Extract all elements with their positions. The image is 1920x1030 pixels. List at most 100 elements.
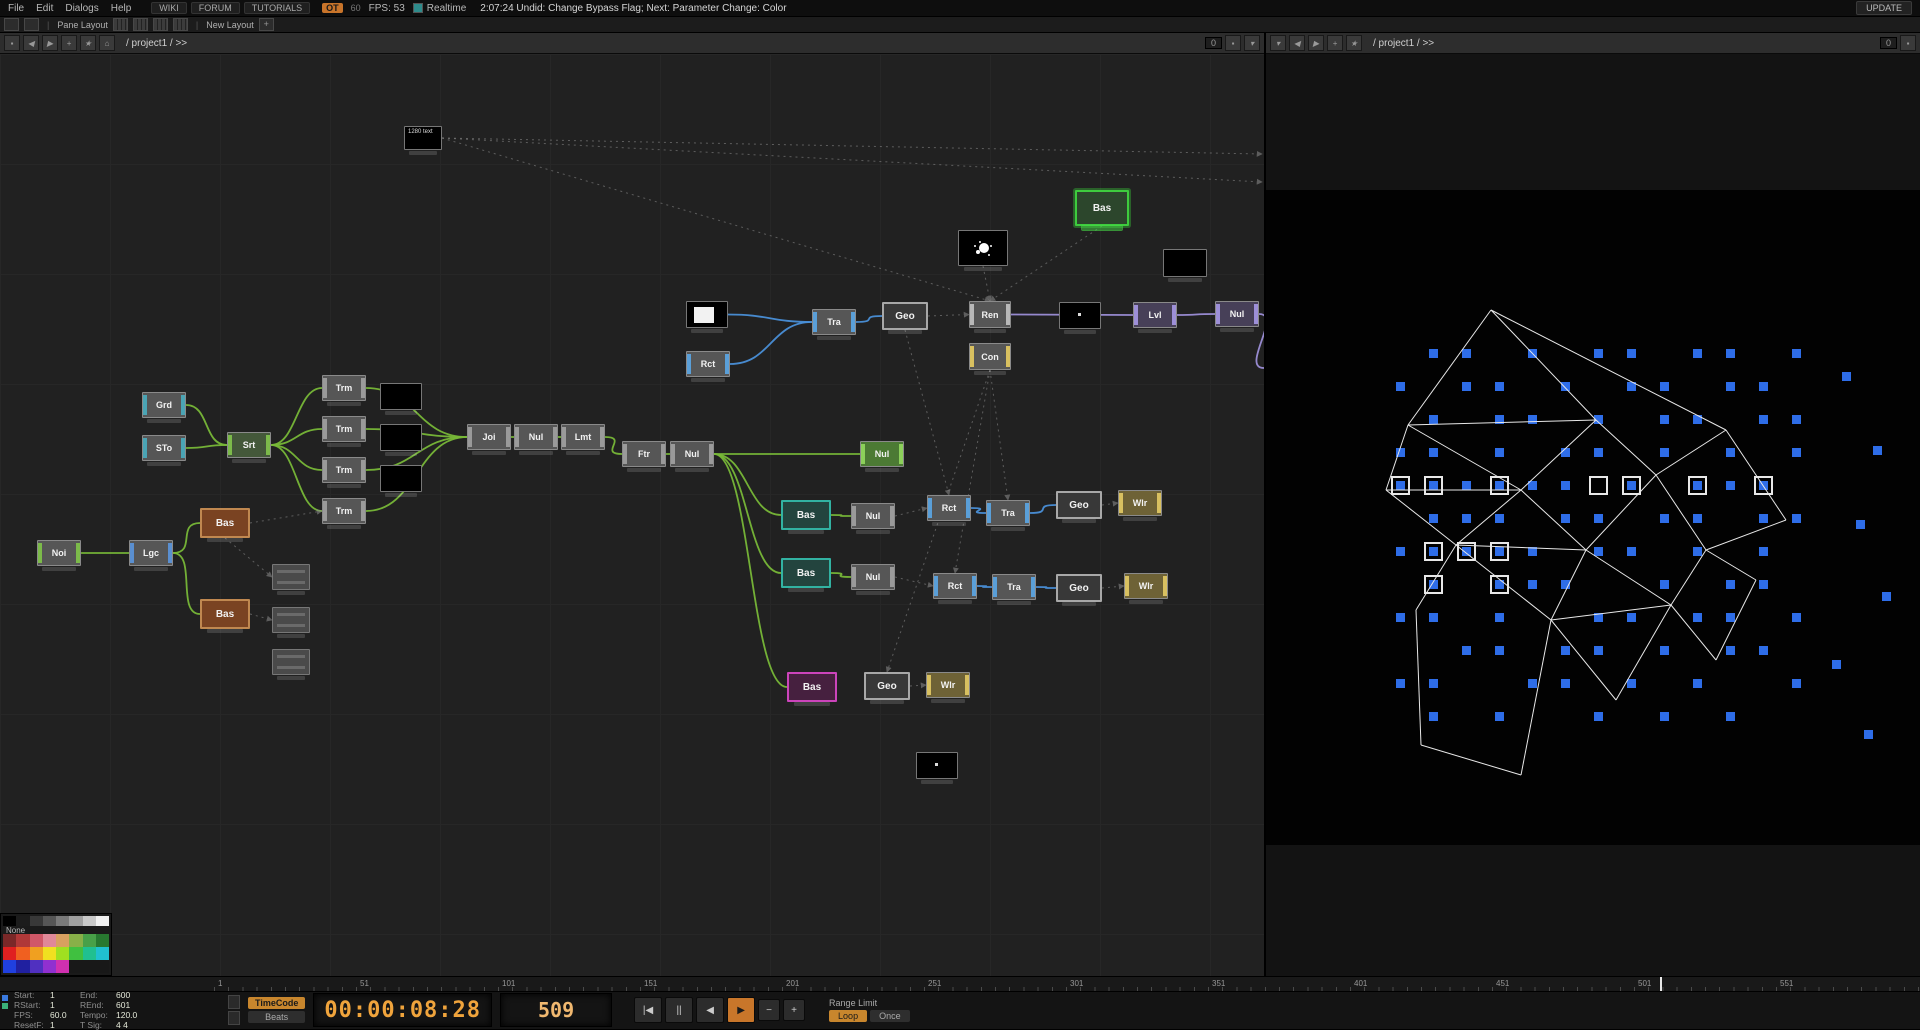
- timecode-mode-button[interactable]: TimeCode: [248, 997, 306, 1009]
- palette-swatch[interactable]: [42, 960, 56, 973]
- add-icon[interactable]: +: [1327, 35, 1343, 51]
- palette-swatch[interactable]: [56, 960, 70, 973]
- node-sto[interactable]: STo: [142, 435, 186, 466]
- palette-swatch[interactable]: [69, 960, 83, 973]
- current-frame-field[interactable]: 509: [500, 993, 613, 1027]
- node-geo1[interactable]: Geo: [864, 672, 910, 704]
- perform-badge[interactable]: OT: [322, 3, 343, 13]
- node-trm2[interactable]: Trm: [322, 416, 366, 447]
- breadcrumb[interactable]: / project1 / >>: [126, 38, 187, 49]
- node-wlr2[interactable]: Wlr: [1118, 490, 1162, 521]
- pane-menu-icon[interactable]: ▾: [1270, 35, 1286, 51]
- node-nul_green[interactable]: Nul: [860, 441, 904, 472]
- palette-swatch[interactable]: [16, 934, 30, 947]
- link-forum[interactable]: FORUM: [190, 2, 240, 14]
- node-ren[interactable]: Ren: [969, 301, 1011, 333]
- palette-swatch[interactable]: [16, 916, 30, 926]
- node-bas_sel[interactable]: Bas: [1075, 190, 1129, 230]
- breadcrumb[interactable]: / project1 / >>: [1373, 38, 1434, 49]
- viewer-canvas[interactable]: [1266, 190, 1920, 845]
- once-button[interactable]: Once: [870, 1010, 910, 1022]
- node-lgc[interactable]: Lgc: [129, 540, 173, 571]
- palette-swatch[interactable]: [42, 916, 56, 926]
- palette-swatch[interactable]: [42, 947, 56, 960]
- back-icon[interactable]: ◀: [1289, 35, 1305, 51]
- node-nul2[interactable]: Nul: [670, 441, 714, 472]
- menu-dialogs[interactable]: Dialogs: [65, 3, 98, 14]
- palette-swatch[interactable]: [95, 934, 109, 947]
- node-tra3[interactable]: Tra: [992, 574, 1036, 605]
- layout-preset-icon[interactable]: [152, 18, 168, 31]
- palette-swatch[interactable]: [42, 934, 56, 947]
- play-button[interactable]: ▶: [727, 997, 756, 1023]
- palette-swatch[interactable]: [56, 934, 70, 947]
- node-srt[interactable]: Srt: [227, 432, 271, 463]
- display-icon[interactable]: ▪: [1900, 35, 1916, 51]
- node-top_red2[interactable]: [380, 465, 422, 497]
- update-button[interactable]: UPDATE: [1856, 1, 1912, 15]
- node-bas_teal1[interactable]: Bas: [781, 500, 831, 534]
- node-joi[interactable]: Joi: [467, 424, 511, 455]
- menu-file[interactable]: File: [8, 3, 24, 14]
- palette-swatch[interactable]: [82, 934, 96, 947]
- beats-mode-button[interactable]: Beats: [248, 1011, 306, 1023]
- node-nul3[interactable]: Nul: [851, 503, 895, 534]
- bookmark-icon[interactable]: ★: [80, 35, 96, 51]
- split-icon[interactable]: ▾: [1244, 35, 1260, 51]
- node-top_splat[interactable]: [958, 230, 1008, 271]
- node-rct3[interactable]: Rct: [933, 573, 977, 604]
- forward-icon[interactable]: ▶: [42, 35, 58, 51]
- home-icon[interactable]: ⌂: [99, 35, 115, 51]
- node-grd[interactable]: Grd: [142, 392, 186, 423]
- node-nul5[interactable]: Nul: [1215, 301, 1259, 332]
- palette-swatch[interactable]: [3, 960, 17, 973]
- palette-swatch[interactable]: [29, 934, 43, 947]
- node-top_dark2[interactable]: [916, 752, 958, 784]
- node-tra2[interactable]: Tra: [986, 500, 1030, 531]
- menu-help[interactable]: Help: [111, 3, 132, 14]
- node-top_rainbow[interactable]: [380, 383, 422, 415]
- palette-swatch[interactable]: [16, 947, 30, 960]
- monitor-icon[interactable]: [4, 18, 19, 31]
- node-tra1[interactable]: Tra: [812, 309, 856, 340]
- node-noi[interactable]: Noi: [37, 540, 81, 571]
- add-icon[interactable]: +: [61, 35, 77, 51]
- node-top_red1[interactable]: [380, 424, 422, 456]
- pane-menu-icon[interactable]: ▪: [4, 35, 20, 51]
- palette-swatch[interactable]: [3, 947, 17, 960]
- node-mini3[interactable]: [272, 649, 310, 680]
- node-ftr[interactable]: Ftr: [622, 441, 666, 472]
- depth-field[interactable]: 0: [1204, 37, 1222, 49]
- node-bas_teal2[interactable]: Bas: [781, 558, 831, 592]
- viewer-pane[interactable]: [1266, 54, 1920, 976]
- node-rct2[interactable]: Rct: [927, 495, 971, 526]
- node-con[interactable]: Con: [969, 343, 1011, 375]
- layout-preset-icon[interactable]: [132, 18, 148, 31]
- loop-button[interactable]: Loop: [829, 1010, 868, 1022]
- node-top_pattern[interactable]: [1163, 249, 1207, 282]
- jump-start-button[interactable]: |◀: [634, 997, 663, 1023]
- back-icon[interactable]: ◀: [23, 35, 39, 51]
- palette-swatch[interactable]: [29, 960, 43, 973]
- node-text_top[interactable]: 1280 text: [404, 126, 442, 155]
- node-geo4[interactable]: Geo: [1056, 574, 1102, 606]
- node-nul1[interactable]: Nul: [514, 424, 558, 455]
- palette-swatch[interactable]: [82, 916, 96, 926]
- palette-swatch[interactable]: [69, 947, 83, 960]
- layout-preset-icon[interactable]: [172, 18, 188, 31]
- node-mini1[interactable]: [272, 564, 310, 595]
- palette-swatch[interactable]: [82, 960, 96, 973]
- palette-swatch[interactable]: [69, 916, 83, 926]
- node-bas_orange1[interactable]: Bas: [200, 508, 250, 542]
- node-geo2[interactable]: Geo: [882, 302, 928, 334]
- depth-field[interactable]: 0: [1879, 37, 1897, 49]
- node-mini2[interactable]: [272, 607, 310, 638]
- palette-swatch[interactable]: [95, 916, 109, 926]
- palette-swatch[interactable]: [29, 916, 43, 926]
- palette-swatch[interactable]: [69, 934, 83, 947]
- forward-icon[interactable]: ▶: [1308, 35, 1324, 51]
- timecode-spinner[interactable]: [228, 993, 240, 1027]
- node-wlr1[interactable]: Wlr: [926, 672, 970, 703]
- menu-edit[interactable]: Edit: [36, 3, 53, 14]
- layout-preset-icon[interactable]: [112, 18, 128, 31]
